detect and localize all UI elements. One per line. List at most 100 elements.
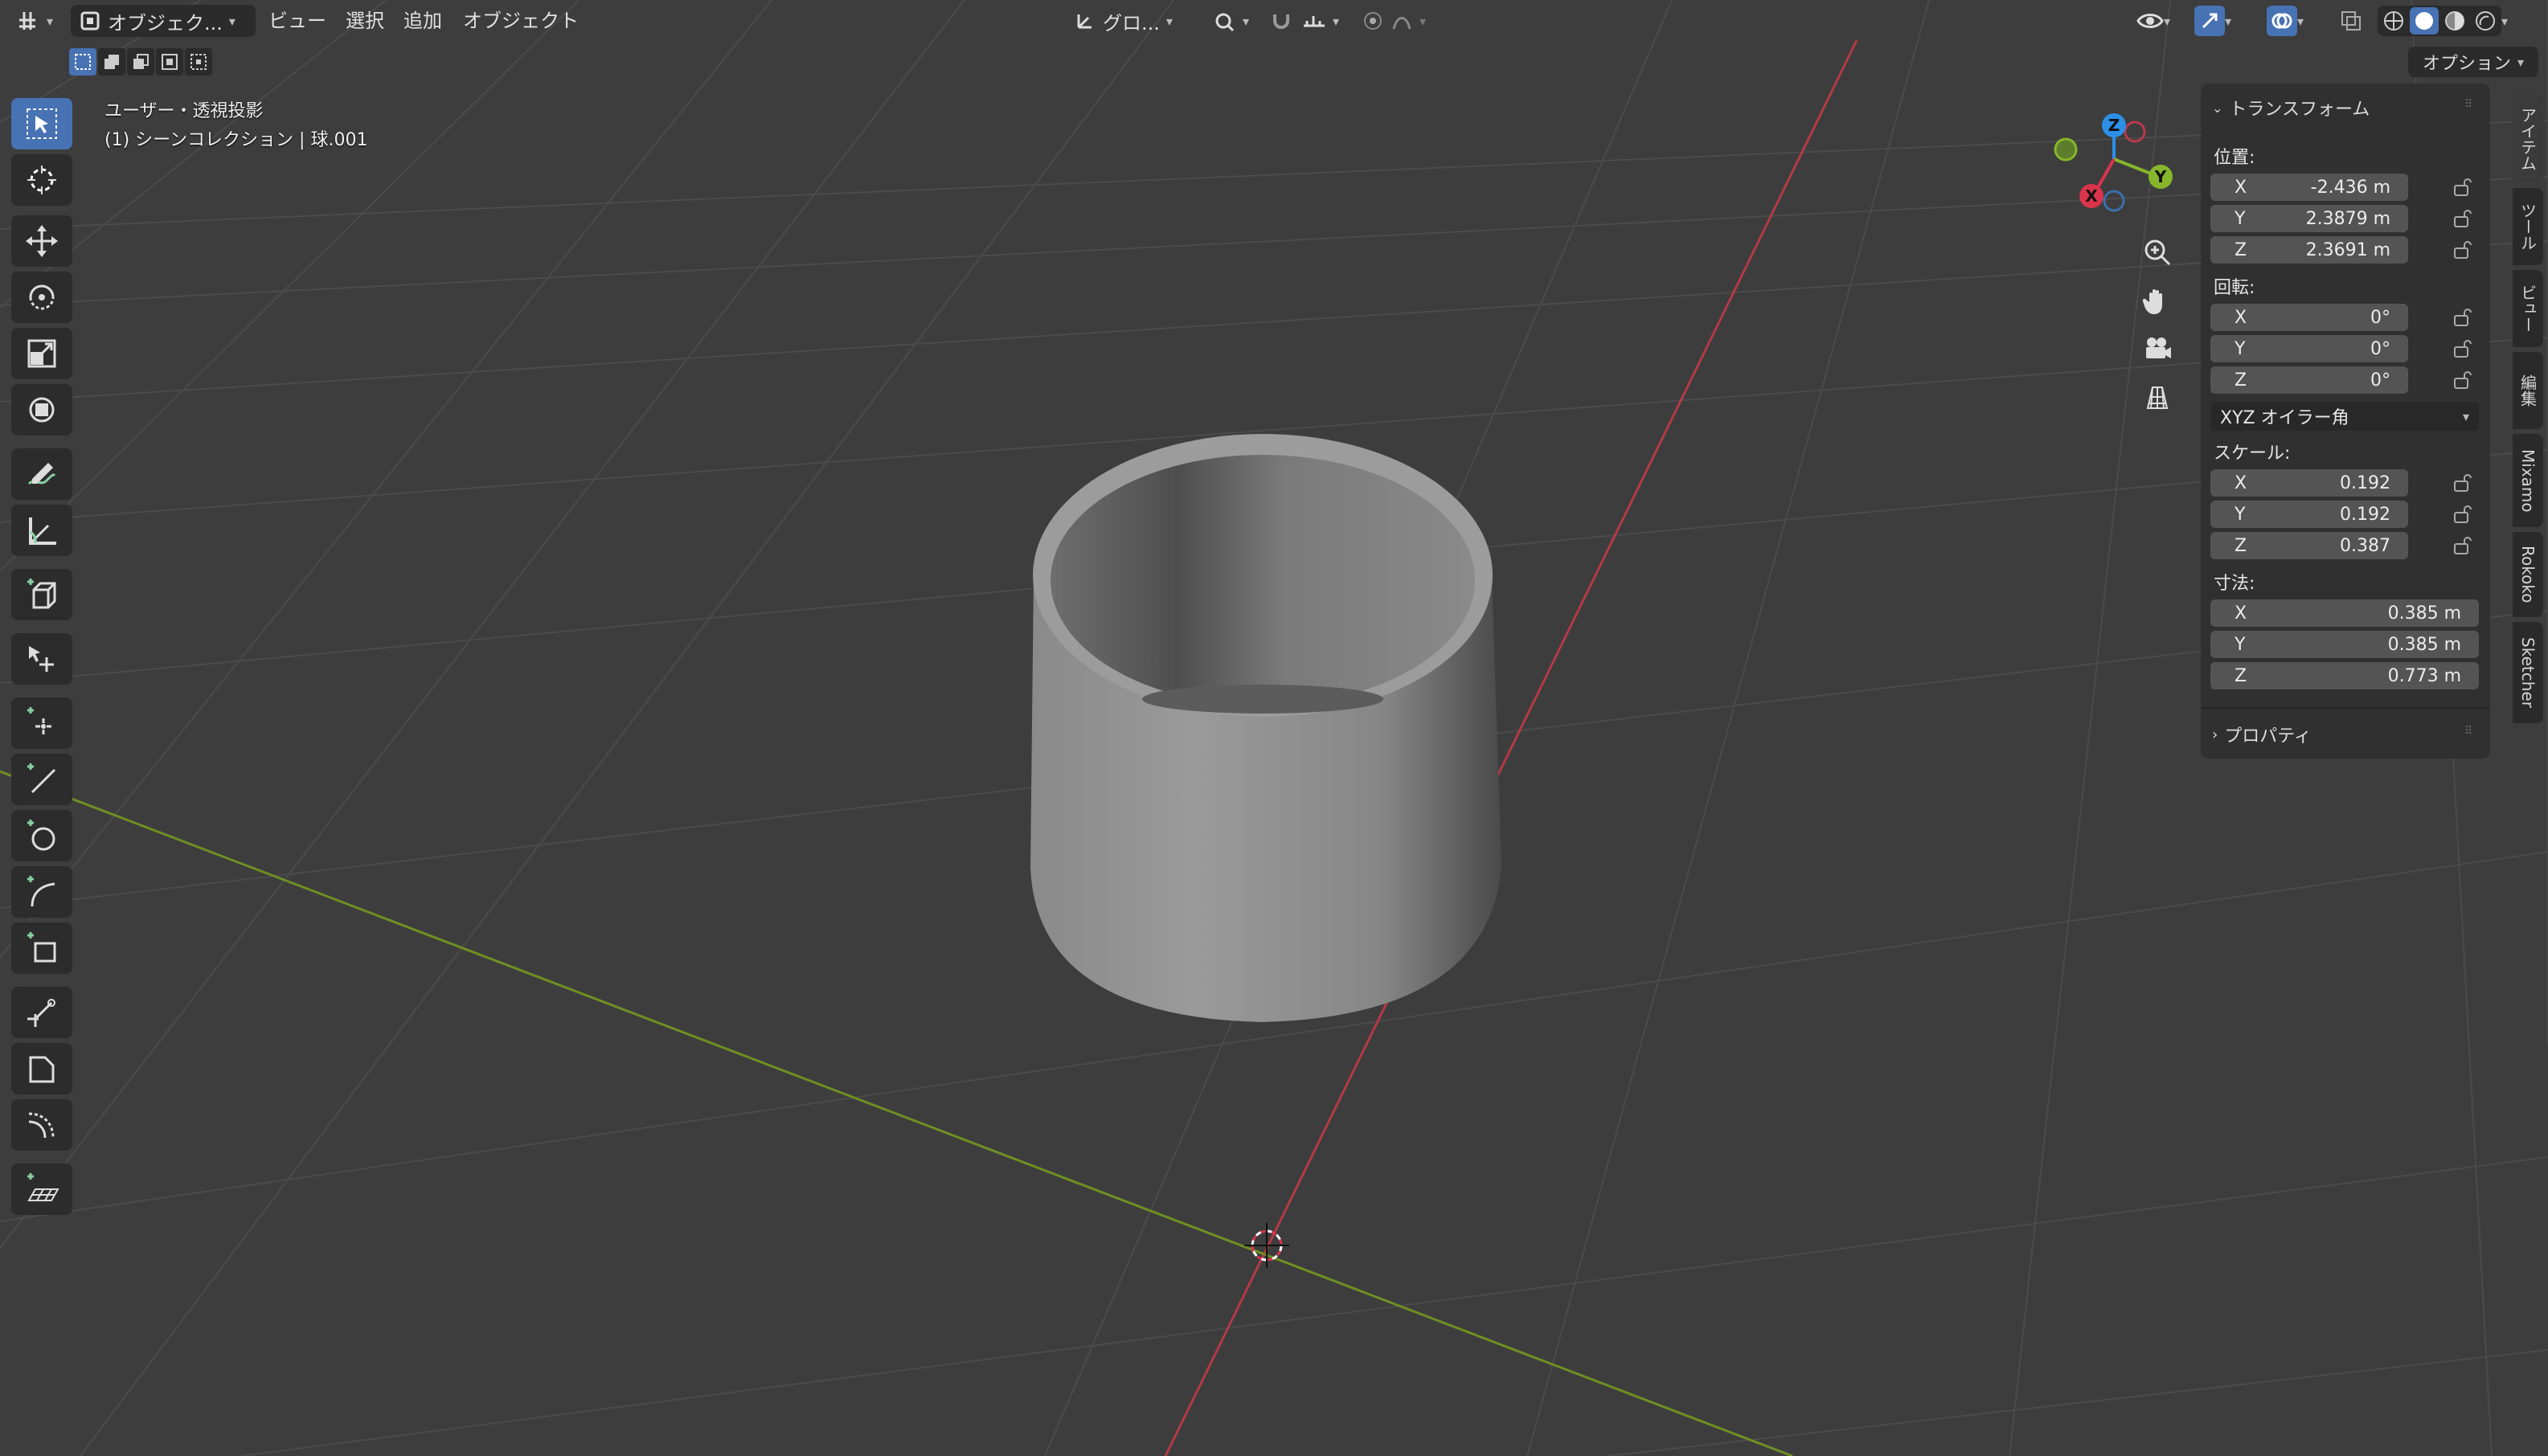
axis-label: Y xyxy=(2235,208,2246,229)
select-intersect-button[interactable] xyxy=(185,48,212,76)
cup-mesh[interactable] xyxy=(1030,434,1501,1022)
add-cube-tool[interactable] xyxy=(11,569,72,620)
chevron-down-icon: ⌄ xyxy=(2212,100,2223,116)
add-plane-tool[interactable] xyxy=(11,1164,72,1215)
drag-handle-icon[interactable]: ⠿ xyxy=(2464,98,2472,111)
dimensions-z-field[interactable]: Z 0.773 m xyxy=(2210,662,2479,689)
gizmo-neg-y[interactable] xyxy=(2054,137,2078,162)
unlock-icon[interactable] xyxy=(2452,534,2474,557)
scale-z-field[interactable]: Z 0.387 xyxy=(2210,532,2408,559)
menu-view[interactable]: ビュー xyxy=(268,6,326,35)
options-dropdown[interactable]: オプション ▾ xyxy=(2408,47,2538,77)
dimensions-y-field[interactable]: Y 0.385 m xyxy=(2210,631,2479,658)
orientation-dropdown[interactable]: グロ... ▾ xyxy=(1074,5,1173,37)
add-circle-tool[interactable] xyxy=(11,810,72,861)
scale-x-field[interactable]: X 0.192 xyxy=(2210,469,2408,497)
add-line-tool[interactable] xyxy=(11,754,72,805)
viewport-scene[interactable]: Z Y X xyxy=(0,0,2548,1456)
transform-tool[interactable] xyxy=(11,384,72,436)
location-z-field[interactable]: Z 2.3691 m xyxy=(2210,236,2408,264)
annotate-tool[interactable] xyxy=(11,448,72,500)
location-x-field[interactable]: X -2.436 m xyxy=(2210,174,2408,201)
menu-object[interactable]: オブジェクト xyxy=(463,6,579,35)
select-extra-tool[interactable] xyxy=(11,633,72,685)
scale-tool[interactable] xyxy=(11,328,72,379)
unlock-icon[interactable] xyxy=(2452,369,2474,391)
wireframe-shading-icon[interactable] xyxy=(2379,7,2408,35)
xray-icon xyxy=(2341,11,2361,31)
tab-item[interactable]: アイテム xyxy=(2513,95,2543,183)
rendered-shading-icon[interactable] xyxy=(2471,7,2500,35)
pan-button[interactable] xyxy=(2136,280,2178,321)
tab-sketcher[interactable]: Sketcher xyxy=(2513,622,2543,723)
add-point-tool[interactable] xyxy=(11,697,72,749)
gizmo-neg-z[interactable] xyxy=(2103,190,2125,212)
select-extend-button[interactable] xyxy=(98,48,125,76)
move-tool[interactable] xyxy=(11,215,72,267)
add-plane-icon xyxy=(27,1173,59,1201)
mode-dropdown[interactable]: オブジェク... ▾ xyxy=(71,5,256,37)
projection-toggle-button[interactable] xyxy=(2136,376,2178,418)
shading-mode-group[interactable]: ▾ xyxy=(2378,5,2508,37)
unlock-icon[interactable] xyxy=(2452,207,2474,230)
gizmo-toggle[interactable]: ▾ xyxy=(2194,5,2231,37)
gizmo-z-label: Z xyxy=(2108,116,2120,135)
solid-shading-icon[interactable] xyxy=(2410,7,2439,35)
measure-tool[interactable] xyxy=(11,505,72,556)
transform-panel-header[interactable]: ⌄ トランスフォーム xyxy=(2212,95,2370,121)
snap-target-dropdown[interactable]: ▾ xyxy=(1302,5,1339,37)
rotation-x-field[interactable]: X 0° xyxy=(2210,304,2408,331)
material-shading-icon[interactable] xyxy=(2440,7,2469,35)
select-invert-button[interactable] xyxy=(156,48,183,76)
spin-tool[interactable] xyxy=(11,1099,72,1151)
3d-viewport[interactable]: Z Y X xyxy=(0,0,2548,1456)
zoom-button[interactable] xyxy=(2136,231,2178,273)
unlock-icon[interactable] xyxy=(2452,472,2474,494)
add-arc-tool[interactable] xyxy=(11,866,72,918)
scale-y-field[interactable]: Y 0.192 xyxy=(2210,501,2408,528)
tab-rokoko[interactable]: Rokoko xyxy=(2513,532,2543,617)
y-axis-line xyxy=(0,770,1793,1456)
select-subtract-button[interactable] xyxy=(127,48,154,76)
select-box-tool[interactable] xyxy=(11,98,72,149)
rotation-mode-select[interactable]: XYZ オイラー角 ▾ xyxy=(2210,402,2479,431)
unlock-icon[interactable] xyxy=(2452,176,2474,198)
grid-editor-icon xyxy=(19,12,35,30)
add-rect-tool[interactable] xyxy=(11,922,72,974)
tab-view[interactable]: ビュー xyxy=(2513,270,2543,347)
editor-type-button[interactable]: ▾ xyxy=(16,5,53,37)
menu-add[interactable]: 追加 xyxy=(404,6,442,35)
camera-view-button[interactable] xyxy=(2136,328,2178,370)
properties-panel-header[interactable]: › プロパティ xyxy=(2212,722,2312,747)
field-value: 2.3879 m xyxy=(2305,208,2390,229)
select-new-button[interactable] xyxy=(69,48,96,76)
drag-handle-icon[interactable]: ⠿ xyxy=(2464,725,2472,738)
tab-mixamo[interactable]: Mixamo xyxy=(2513,434,2543,527)
add-cube-icon xyxy=(27,579,56,609)
tab-tool[interactable]: ツール xyxy=(2513,188,2543,265)
unlock-icon[interactable] xyxy=(2452,239,2474,261)
rotation-y-field[interactable]: Y 0° xyxy=(2210,335,2408,362)
axis-label: X xyxy=(2235,177,2247,198)
xray-toggle[interactable] xyxy=(2339,5,2363,37)
tab-edit[interactable]: 編集 xyxy=(2513,352,2543,429)
collection-info-label: (1) シーンコレクション | 球.001 xyxy=(104,130,368,150)
cursor-tool[interactable] xyxy=(11,154,72,206)
location-y-field[interactable]: Y 2.3879 m xyxy=(2210,205,2408,232)
visibility-dropdown[interactable]: ▾ xyxy=(2136,5,2170,37)
tab-label: Sketcher xyxy=(2518,637,2538,708)
unlock-icon[interactable] xyxy=(2452,503,2474,526)
dimensions-x-field[interactable]: X 0.385 m xyxy=(2210,599,2479,627)
unlock-icon[interactable] xyxy=(2452,337,2474,360)
unlock-icon[interactable] xyxy=(2452,306,2474,329)
snap-toggle[interactable] xyxy=(1270,5,1292,37)
menu-select[interactable]: 選択 xyxy=(346,6,384,35)
proportional-edit-toggle[interactable]: ▾ xyxy=(1362,5,1426,37)
overlays-toggle[interactable]: ▾ xyxy=(2267,5,2304,37)
bevel-tool[interactable] xyxy=(11,1043,72,1094)
chevron-down-icon: ▾ xyxy=(2297,13,2304,29)
knife-tool[interactable] xyxy=(11,987,72,1038)
rotation-z-field[interactable]: Z 0° xyxy=(2210,366,2408,394)
pivot-dropdown[interactable]: ▾ xyxy=(1214,5,1249,37)
rotate-tool[interactable] xyxy=(11,272,72,323)
